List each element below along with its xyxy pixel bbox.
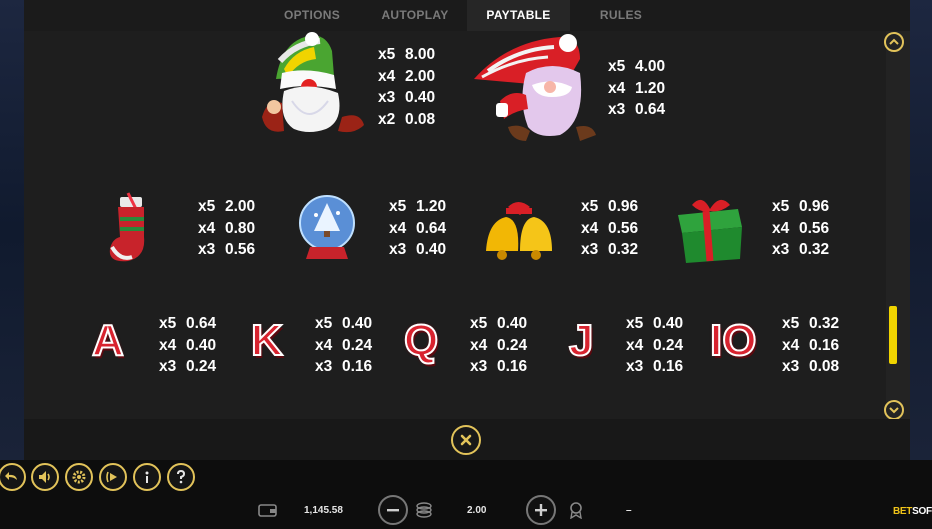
tab-autoplay[interactable]: AUTOPLAY: [362, 0, 468, 31]
gift-box-symbol: [678, 199, 742, 263]
tab-bar: OPTIONS AUTOPLAY PAYTABLE RULES: [24, 0, 910, 31]
settings-button[interactable]: [65, 463, 93, 491]
letter-q-symbol: Q: [403, 315, 439, 366]
info-button[interactable]: [133, 463, 161, 491]
letter-j-symbol: J: [568, 315, 595, 366]
chevron-down-icon: [889, 407, 899, 414]
trophy-icon: [570, 502, 582, 519]
pays-k: x5 0.40 x4 0.24 x3 0.16: [315, 315, 373, 376]
bet-value: 2.00: [467, 505, 487, 516]
decrease-bet-button[interactable]: [378, 495, 408, 525]
plus-icon: [535, 504, 547, 516]
speaker-icon: [39, 471, 50, 483]
scrollbar-thumb[interactable]: [889, 306, 897, 364]
autoplay-button[interactable]: [99, 463, 127, 491]
pays-j: x5 0.40 x4 0.24 x3 0.16: [626, 315, 684, 376]
close-icon: [460, 434, 472, 446]
increase-bet-button[interactable]: [526, 495, 556, 525]
back-arrow-icon: [5, 472, 17, 480]
pays-red-gnome: x5 4.00 x4 1.20 x3 0.64: [608, 58, 666, 119]
info-icon: [145, 471, 149, 483]
close-paytable-button[interactable]: [451, 425, 481, 455]
snow-globe-symbol: [299, 195, 355, 259]
pays-q: x5 0.40 x4 0.24 x3 0.16: [470, 315, 528, 376]
wallet-icon: [258, 504, 277, 517]
scroll-down-button[interactable]: [884, 400, 904, 420]
pays-gift: x5 0.96 x4 0.56 x3 0.32: [772, 198, 830, 259]
betsoft-logo: BETSOFT: [893, 506, 932, 517]
paytable-panel: OPTIONS AUTOPLAY PAYTABLE RULES x5 8.00 x…: [24, 0, 910, 460]
tab-options[interactable]: OPTIONS: [262, 0, 362, 31]
sound-button[interactable]: [31, 463, 59, 491]
pays-bells: x5 0.96 x4 0.56 x3 0.32: [581, 198, 639, 259]
minus-icon: [387, 509, 399, 512]
pays-snowglobe: x5 1.20 x4 0.64 x3 0.40: [389, 198, 447, 259]
back-button[interactable]: [0, 463, 26, 491]
letter-k-symbol: K: [250, 315, 284, 366]
pays-green-gnome: x5 8.00 x4 2.00 x3 0.40 x2 0.08: [378, 46, 436, 128]
paytable-content[interactable]: x5 8.00 x4 2.00 x3 0.40 x2 0.08 x5 4.00 x4 1.2…: [24, 31, 886, 419]
scroll-up-button[interactable]: [884, 32, 904, 52]
balance-value: 1,145.58: [304, 505, 343, 516]
coins-icon: [416, 502, 432, 518]
chevron-up-icon: [889, 38, 899, 45]
red-hat-gnome-symbol: [474, 34, 596, 141]
christmas-stocking-symbol: [109, 192, 145, 262]
letter-a-symbol: A: [91, 315, 125, 366]
pays-stocking: x5 2.00 x4 0.80 x3 0.56: [198, 198, 256, 259]
autoplay-icon: [106, 471, 117, 483]
pays-a: x5 0.64 x4 0.40 x3 0.24: [159, 315, 217, 376]
tab-paytable[interactable]: PAYTABLE: [467, 0, 570, 31]
bells-symbol: [486, 202, 552, 260]
background-left: [0, 0, 24, 460]
background-right: [908, 0, 932, 460]
pays-ten: x5 0.32 x4 0.16 x3 0.08: [782, 315, 840, 376]
letter-ten-symbol: IO: [709, 315, 757, 366]
win-value: –: [626, 505, 632, 516]
scrollbar-track[interactable]: [889, 58, 897, 398]
help-button[interactable]: [167, 463, 195, 491]
green-hat-gnome-symbol: [262, 32, 364, 133]
gear-icon: [72, 470, 86, 484]
question-icon: [177, 469, 186, 484]
bottom-control-bar: 1,145.58 2.00 – BETSOFT: [0, 460, 932, 529]
tab-rules[interactable]: RULES: [570, 0, 672, 31]
